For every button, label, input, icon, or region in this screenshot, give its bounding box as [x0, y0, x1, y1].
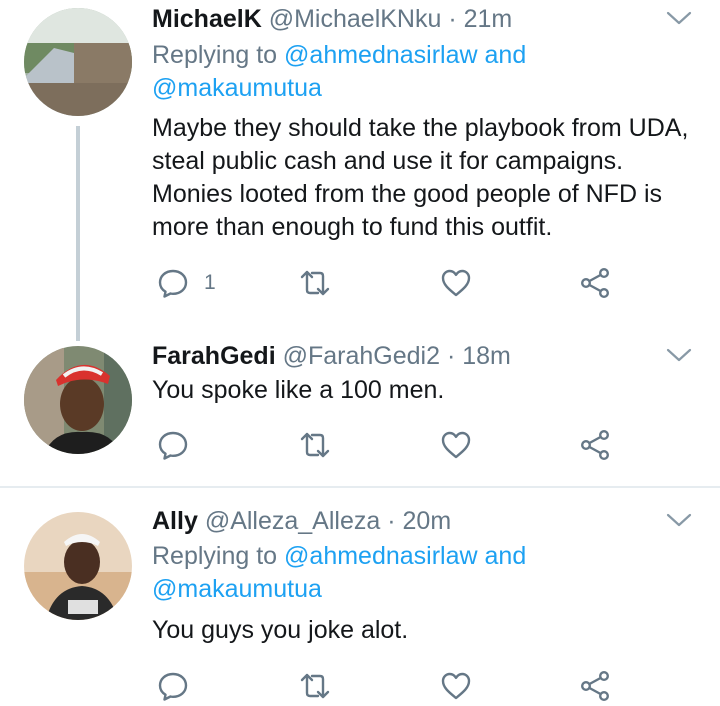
heart-icon	[441, 269, 471, 297]
like-button[interactable]	[439, 666, 473, 706]
reply-icon	[158, 672, 188, 701]
chevron-down-icon[interactable]	[666, 512, 692, 528]
timestamp[interactable]: 20m	[403, 507, 452, 535]
thread-line	[76, 126, 80, 341]
tweet-text: Maybe they should take the playbook from…	[152, 114, 689, 241]
reply-button[interactable]	[156, 666, 190, 706]
separator-dot: ·	[448, 5, 457, 33]
separator-dot: ·	[387, 507, 396, 535]
timestamp[interactable]: 21m	[464, 5, 513, 33]
mention-link[interactable]: @ahmednasirlaw	[284, 542, 478, 570]
like-button[interactable]	[439, 425, 473, 465]
chevron-down-icon[interactable]	[666, 10, 692, 26]
avatar[interactable]	[24, 346, 132, 454]
reply-count: 1	[204, 271, 216, 294]
reply-icon	[158, 431, 188, 460]
display-name[interactable]: FarahGedi	[152, 342, 276, 370]
replying-to-label: Replying to	[152, 542, 278, 570]
heart-icon	[441, 431, 471, 459]
share-button[interactable]	[578, 425, 612, 465]
replying-to-label: Replying to	[152, 41, 278, 69]
tweet-actions	[152, 666, 632, 706]
tweet-actions: 1	[152, 263, 632, 303]
mention-and[interactable]: and	[485, 41, 527, 69]
avatar-image	[24, 8, 132, 116]
tweet-header: FarahGedi @FarahGedi2 · 18m	[152, 341, 511, 371]
replying-to: Replying to @ahmednasirlaw and @makaumut…	[152, 540, 672, 606]
display-name[interactable]: Ally	[152, 507, 198, 535]
user-handle[interactable]: @FarahGedi2	[283, 342, 440, 370]
mention-link[interactable]: @makaumutua	[152, 575, 322, 603]
tweet-header: Ally @Alleza_Alleza · 20m	[152, 506, 451, 536]
tweet-text: You spoke like a 100 men.	[152, 376, 445, 404]
reply-icon	[158, 269, 188, 298]
avatar-image	[24, 346, 132, 454]
display-name[interactable]: MichaelK	[152, 5, 262, 33]
reply-button[interactable]: 1	[156, 263, 216, 303]
avatar-image	[24, 512, 132, 620]
chevron-down-icon[interactable]	[666, 347, 692, 363]
retweet-icon	[300, 270, 330, 296]
tweet-ally[interactable]: Ally @Alleza_Alleza · 20m Replying to @a…	[0, 488, 720, 702]
retweet-button[interactable]	[298, 263, 332, 303]
user-handle[interactable]: @Alleza_Alleza	[205, 507, 380, 535]
tweet-text: You guys you joke alot.	[152, 616, 409, 644]
retweet-icon	[300, 673, 330, 699]
reply-button[interactable]	[156, 425, 204, 465]
like-button[interactable]	[439, 263, 473, 303]
share-icon	[580, 268, 610, 299]
user-handle[interactable]: @MichaelKNku	[269, 5, 442, 33]
mention-link[interactable]: @ahmednasirlaw	[284, 41, 478, 69]
share-button[interactable]	[578, 666, 612, 706]
heart-icon	[441, 672, 471, 700]
replying-to: Replying to @ahmednasirlaw and @makaumut…	[152, 39, 672, 105]
timestamp[interactable]: 18m	[462, 342, 511, 370]
share-icon	[580, 671, 610, 702]
separator-dot: ·	[446, 342, 456, 370]
retweet-icon	[300, 432, 330, 458]
retweet-button[interactable]	[298, 666, 332, 706]
share-button[interactable]	[578, 263, 612, 303]
tweet-actions	[152, 425, 632, 465]
tweet-header: MichaelK @MichaelKNku · 21m	[152, 4, 512, 34]
avatar[interactable]	[24, 8, 132, 116]
mention-link[interactable]: @makaumutua	[152, 74, 322, 102]
avatar[interactable]	[24, 512, 132, 620]
share-icon	[580, 430, 610, 461]
retweet-button[interactable]	[298, 425, 332, 465]
tweet-farahgedi[interactable]: FarahGedi @FarahGedi2 · 18m You spoke li…	[0, 330, 720, 485]
tweet-michaelk[interactable]: MichaelK @MichaelKNku · 21m Replying to …	[0, 0, 720, 341]
mention-and[interactable]: and	[485, 542, 527, 570]
